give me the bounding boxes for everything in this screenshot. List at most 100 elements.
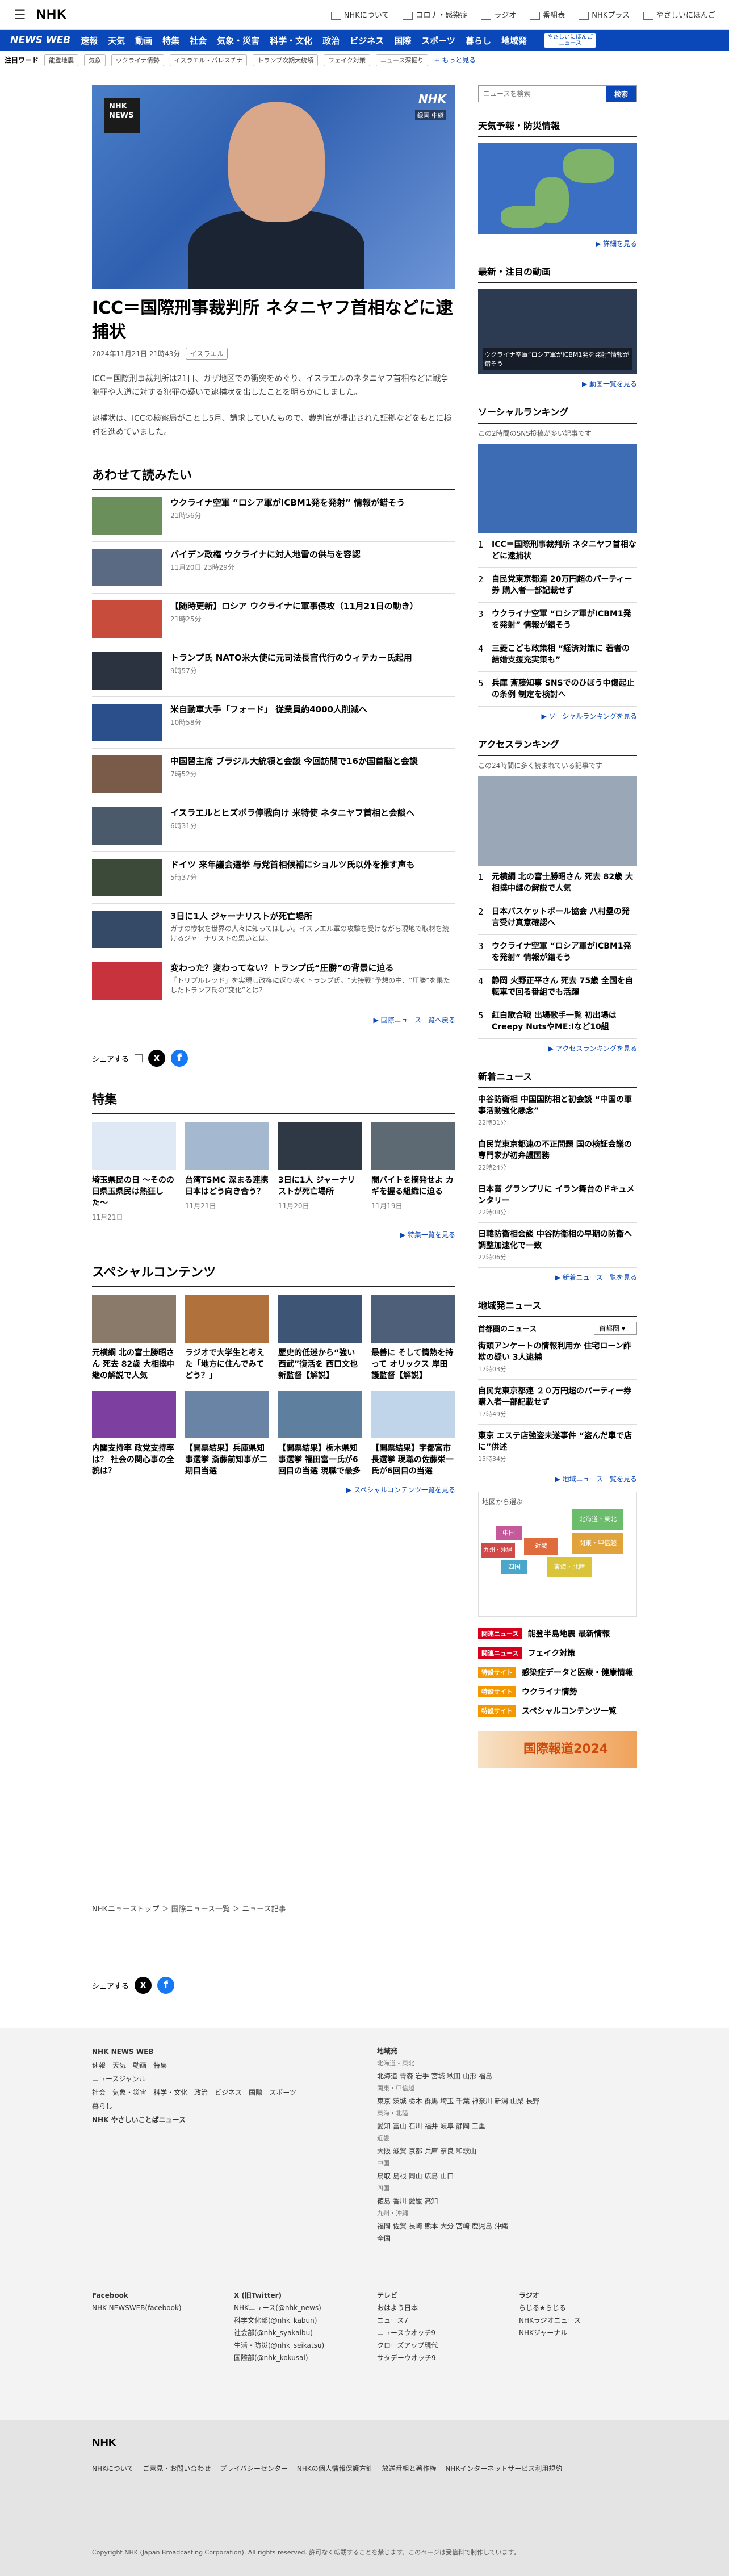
banner-item[interactable]: 関連ニュース 能登半島地震 最新情報: [478, 1628, 637, 1639]
breadcrumb-item[interactable]: 国際ニュース一覧: [171, 1905, 230, 1914]
footer-link[interactable]: NHKニュース(@nhk_news): [234, 2302, 364, 2314]
region-more-link[interactable]: ▶ 地域ニュース一覧を見る: [478, 1474, 637, 1484]
news-item[interactable]: 街頭アンケートの情報利用か 住宅ローン詐欺の疑い 3人逮捕 17時03分: [478, 1335, 637, 1380]
international-list-link[interactable]: ▶ 国際ニュース一覧へ戻る: [92, 1015, 455, 1025]
special-card[interactable]: 最善に そして情熱を持って オリックス 岸田護監督【解説】: [371, 1295, 455, 1381]
special-card[interactable]: 内閣支持率 政党支持率は？ 社会の関心事の全貌は？: [92, 1391, 176, 1477]
feature-card[interactable]: 埼玉県民の日 〜そのの日県玉県民は熱狂した〜 11月21日: [92, 1122, 176, 1222]
footer-link[interactable]: ニュース7: [377, 2314, 508, 2327]
header-link-program[interactable]: 番組表: [530, 9, 565, 20]
related-item[interactable]: バイデン政権 ウクライナに対人地雷の供与を容認 11月20日 23時29分: [92, 542, 455, 594]
footer-link[interactable]: NHK NEWSWEB(facebook): [92, 2302, 223, 2314]
nav-item[interactable]: 暮らし: [466, 35, 491, 47]
special-card[interactable]: ラジオで大学生と考えた「地方に住んでみてどう？」: [185, 1295, 269, 1381]
ranking-item[interactable]: 5 紅白歌合戦 出場歌手一覧 初出場は Creepy NutsやME:Iなど10組: [478, 1004, 637, 1039]
footer-link[interactable]: 東京 茨城 栃木 群馬 埼玉 千葉 神奈川 新潟 山梨 長野: [377, 2095, 638, 2107]
region-hokkaido[interactable]: 北海道・東北: [572, 1509, 623, 1530]
search-input[interactable]: [479, 86, 606, 102]
easy-news-link[interactable]: やさしいにほんご ニュース: [543, 33, 596, 48]
footer-link[interactable]: 福岡 佐賀 長崎 熊本 大分 宮崎 鹿児島 沖縄: [377, 2220, 638, 2232]
related-item[interactable]: トランプ氏 NATO米大使に元司法長官代行のウィテカー氏起用 9時57分: [92, 645, 455, 697]
footer-link[interactable]: 暮らし: [92, 2099, 330, 2113]
feature-card[interactable]: 台湾TSMC 深まる連携 日本はどう向き合う？ 11月21日: [185, 1122, 269, 1222]
header-link-covid[interactable]: コロナ・感染症: [403, 9, 467, 20]
special-card[interactable]: 【開票結果】宇都宮市長選挙 現職の佐藤栄一氏が6回目の当選: [371, 1391, 455, 1477]
special-card[interactable]: 歴史的低迷から“強い西武”復活を 西口文也新監督【解説】: [278, 1295, 362, 1381]
footer-link[interactable]: 科学文化部(@nhk_kabun): [234, 2314, 364, 2327]
region-kanto[interactable]: 関東・甲信越: [572, 1533, 623, 1554]
x-share-icon[interactable]: X: [135, 1977, 152, 1994]
promo-banner[interactable]: 国際報道2024: [478, 1731, 637, 1768]
ranking-item[interactable]: 2 日本バスケットボール協会 八村塁の発言受け真意確認へ: [478, 900, 637, 935]
footer-link[interactable]: 社会 気象・災害 科学・文化 政治 ビジネス 国際 スポーツ: [92, 2086, 330, 2099]
related-item[interactable]: ウクライナ空軍 “ロシア軍がICBM1発を発射” 情報が錯そう 21時56分: [92, 490, 455, 542]
nav-item[interactable]: 科学・文化: [270, 35, 312, 47]
banner-item[interactable]: 特設サイト スペシャルコンテンツ一覧: [478, 1705, 637, 1717]
footer-link[interactable]: ニュースウオッチ9: [377, 2327, 508, 2339]
footer-link[interactable]: 国際部(@nhk_kokusai): [234, 2352, 364, 2364]
related-item[interactable]: 中国習主席 ブラジル大統領と会談 今回訪問で16か国首脳と会談 7時52分: [92, 749, 455, 800]
news-item[interactable]: 自民党東京都連 ２０万円超のパーティー券購入者一部記載せず 17時49分: [478, 1380, 637, 1425]
footer-link[interactable]: 大阪 滋賀 京都 兵庫 奈良 和歌山: [377, 2145, 638, 2157]
hero-video[interactable]: NHK NEWS NHK 録画 中継: [92, 85, 455, 289]
footer-link[interactable]: らじる★らじる: [519, 2302, 632, 2314]
news-item[interactable]: 中谷防衛相 中国国防相と初会談 “中国の軍事活動強化懸念” 22時31分: [478, 1088, 637, 1133]
article-tag[interactable]: イスラエル: [186, 348, 228, 360]
keyword-tag[interactable]: イスラエル・パレスチナ: [169, 53, 248, 66]
access-more-link[interactable]: ▶ アクセスランキングを見る: [478, 1043, 637, 1053]
footer-link[interactable]: 愛知 富山 石川 福井 岐阜 静岡 三重: [377, 2120, 638, 2132]
keyword-tag[interactable]: ニュース深掘り: [375, 53, 429, 66]
nav-item[interactable]: 政治: [322, 35, 340, 47]
related-item[interactable]: イスラエルとヒズボラ停戦向け 米特使 ネタニヤフ首相と会談へ 6時31分: [92, 800, 455, 852]
news-item[interactable]: 自民党東京都連の不正問題 国の検証会議の専門家が初弁護国務 22時24分: [478, 1133, 637, 1178]
footer-link[interactable]: NHKラジオニュース: [519, 2314, 632, 2327]
footer-link[interactable]: 徳島 香川 愛媛 高知: [377, 2195, 638, 2207]
news-item[interactable]: 東京 エステ店強盗未遂事件 “盗んだ車で店に”供述 15時34分: [478, 1425, 637, 1469]
legal-link[interactable]: ご意見・お問い合わせ: [143, 2465, 211, 2473]
related-item[interactable]: ドイツ 来年議会選挙 与党首相候補にショルツ氏以外を推す声も 5時37分: [92, 852, 455, 904]
feature-card[interactable]: 3日に1人 ジャーナリストが死亡場所 11月20日: [278, 1122, 362, 1222]
banner-item[interactable]: 特設サイト 感染症データと医療・健康情報: [478, 1667, 637, 1678]
social-top-image[interactable]: [478, 444, 637, 533]
special-card[interactable]: 【開票結果】兵庫県知事選挙 斎藤前知事が二期目当選: [185, 1391, 269, 1477]
nav-item[interactable]: 動画: [135, 35, 152, 47]
header-link-about[interactable]: NHKについて: [330, 9, 389, 20]
news-more-link[interactable]: ▶ 新着ニュース一覧を見る: [478, 1272, 637, 1282]
nav-item[interactable]: 気象・災害: [217, 35, 259, 47]
nav-item[interactable]: 社会: [190, 35, 207, 47]
nav-item[interactable]: 特集: [162, 35, 179, 47]
nav-item[interactable]: 速報: [81, 35, 98, 47]
features-more-link[interactable]: ▶ 特集一覧を見る: [92, 1230, 455, 1239]
menu-icon[interactable]: ☰: [14, 7, 26, 23]
ranking-item[interactable]: 1 ICC＝国際刑事裁判所 ネタニヤフ首相などに逮捕状: [478, 533, 637, 568]
footer-link[interactable]: 北海道 青森 岩手 宮城 秋田 山形 福島: [377, 2070, 638, 2082]
related-item[interactable]: 3日に1人 ジャーナリストが死亡場所 ガザの惨状を世界の人々に知ってほしい。イスラ…: [92, 904, 455, 955]
facebook-share-icon[interactable]: f: [171, 1050, 188, 1067]
facebook-share-icon[interactable]: f: [157, 1977, 175, 1994]
special-card[interactable]: 【開票結果】栃木県知事選挙 福田富一氏が6回目の当選 現職で最多: [278, 1391, 362, 1477]
nav-item[interactable]: ビジネス: [350, 35, 384, 47]
news-item[interactable]: 日韓防衛相会談 中谷防衛相の早期の防衛へ調整加速化で一致 22時06分: [478, 1223, 637, 1268]
legal-link[interactable]: NHKの個人情報保護方針: [297, 2465, 373, 2473]
special-more-link[interactable]: ▶ スペシャルコンテンツ一覧を見る: [92, 1485, 455, 1494]
legal-logo[interactable]: NHK: [92, 2437, 116, 2450]
legal-link[interactable]: プライバシーセンター: [220, 2465, 288, 2473]
ranking-item[interactable]: 3 ウクライナ空軍 “ロシア軍がICBM1発を発射” 情報が錯そう: [478, 935, 637, 970]
ranking-item[interactable]: 5 兵庫 斎藤知事 SNSでのひぼう中傷起止の条例 制定を検討へ: [478, 672, 637, 707]
nhk-logo[interactable]: NHK: [36, 7, 68, 23]
special-card[interactable]: 元横綱 北の富士勝昭さん 死去 82歳 大相撲中継の解説で人気: [92, 1295, 176, 1381]
breadcrumb-item[interactable]: NHKニューストップ: [92, 1905, 159, 1914]
related-item[interactable]: 米自動車大手「フォード」 従業員約4000人削減へ 10時58分: [92, 697, 455, 749]
banner-item[interactable]: 特設サイト ウクライナ情勢: [478, 1686, 637, 1697]
legal-link[interactable]: NHKについて: [92, 2465, 134, 2473]
legal-link[interactable]: 放送番組と著作権: [382, 2465, 436, 2473]
header-link-easy[interactable]: やさしいにほんご: [643, 9, 715, 20]
footer-link[interactable]: 社会部(@nhk_syakaibu): [234, 2327, 364, 2339]
ranking-item[interactable]: 4 静岡 火野正平さん 死去 75歳 全国を自転車で回る番組でも活躍: [478, 970, 637, 1004]
region-tokai[interactable]: 東海・北陸: [547, 1557, 592, 1577]
keyword-tag[interactable]: ウクライナ情勢: [111, 53, 164, 66]
region-select[interactable]: 首都圏 ▾: [594, 1322, 637, 1335]
weather-more-link[interactable]: ▶ 詳細を見る: [478, 239, 637, 248]
legal-link[interactable]: NHKインターネットサービス利用規約: [445, 2465, 562, 2473]
related-item[interactable]: 【随時更新】ロシア ウクライナに軍事侵攻（11月21日の動き） 21時25分: [92, 594, 455, 645]
